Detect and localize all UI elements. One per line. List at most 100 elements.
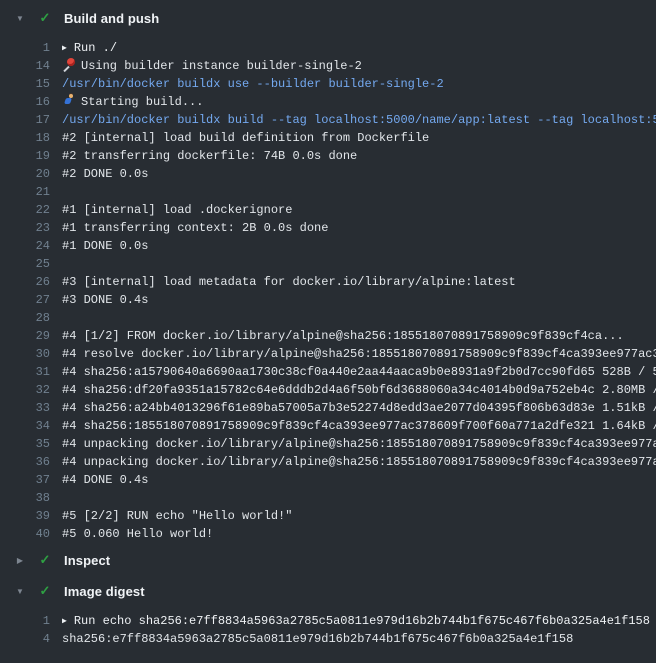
line-text: #4 [1/2] FROM docker.io/library/alpine@s… xyxy=(62,329,624,343)
line-text: #3 DONE 0.4s xyxy=(62,293,148,307)
line-number[interactable]: 28 xyxy=(0,309,50,327)
line-content: #5 0.060 Hello world! xyxy=(62,525,213,543)
line-content[interactable]: ▶ Run echo sha256:e7ff8834a5963a2785c5a08… xyxy=(62,612,650,630)
line-text: Using builder instance builder-single-2 xyxy=(81,59,362,73)
log-line: 15/usr/bin/docker buildx use --builder b… xyxy=(0,75,656,93)
line-text: #2 [internal] load build definition from… xyxy=(62,131,429,145)
line-number[interactable]: 29 xyxy=(0,327,50,345)
line-content: #4 unpacking docker.io/library/alpine@sh… xyxy=(62,453,656,471)
log-line: 38 xyxy=(0,489,656,507)
expand-toggle-icon[interactable]: ▶ xyxy=(62,613,67,630)
log-line: 25 xyxy=(0,255,656,273)
line-content: #2 [internal] load build definition from… xyxy=(62,129,429,147)
line-number[interactable]: 17 xyxy=(0,111,50,129)
collapse-toggle-icon[interactable]: ▼ xyxy=(12,14,28,23)
line-content: #1 DONE 0.0s xyxy=(62,237,148,255)
line-number[interactable]: 22 xyxy=(0,201,50,219)
line-number[interactable]: 30 xyxy=(0,345,50,363)
success-check-icon: ✓ xyxy=(36,583,54,599)
line-number[interactable]: 32 xyxy=(0,381,50,399)
step-title: Build and push xyxy=(64,11,159,26)
log-line: 19 #2 transferring dockerfile: 74B 0.0s d… xyxy=(0,147,656,165)
line-number[interactable]: 31 xyxy=(0,363,50,381)
line-number[interactable]: 35 xyxy=(0,435,50,453)
line-text: #4 unpacking docker.io/library/alpine@sh… xyxy=(62,455,656,469)
line-number[interactable]: 1 xyxy=(0,39,50,57)
line-text: #4 resolve docker.io/library/alpine@sha2… xyxy=(62,347,656,361)
log-line: 31 #4 sha256:a15790640a6690aa1730c38cf0a4… xyxy=(0,363,656,381)
line-content: #1 [internal] load .dockerignore xyxy=(62,201,292,219)
step-header-build-and-push[interactable]: ▼ ✓ Build and push xyxy=(0,5,656,31)
line-number[interactable]: 21 xyxy=(0,183,50,201)
line-number[interactable]: 33 xyxy=(0,399,50,417)
line-number[interactable]: 15 xyxy=(0,75,50,93)
line-content: #2 DONE 0.0s xyxy=(62,165,148,183)
line-number[interactable]: 27 xyxy=(0,291,50,309)
log-line: 24 #1 DONE 0.0s xyxy=(0,237,656,255)
step-section-image-digest: ▼ ✓ Image digest 1 ▶ Run echo sha256:e7ff8… xyxy=(0,578,656,648)
line-text: #4 DONE 0.4s xyxy=(62,473,148,487)
line-content: #3 DONE 0.4s xyxy=(62,291,148,309)
line-number[interactable]: 34 xyxy=(0,417,50,435)
line-text: #1 transferring context: 2B 0.0s done xyxy=(62,221,328,235)
expand-toggle-icon[interactable]: ▶ xyxy=(62,40,67,57)
log-line: 4sha256:e7ff8834a5963a2785c5a0811e979d16… xyxy=(0,630,656,648)
line-text: /usr/bin/docker buildx build --tag local… xyxy=(62,113,656,127)
line-number[interactable]: 38 xyxy=(0,489,50,507)
line-content: #2 transferring dockerfile: 74B 0.0s don… xyxy=(62,147,357,165)
step-section-inspect: ▶ ✓ Inspect xyxy=(0,547,656,573)
line-text: Run echo sha256:e7ff8834a5963a2785c5a081… xyxy=(74,614,650,628)
line-number[interactable]: 16 xyxy=(0,93,50,111)
line-number[interactable]: 23 xyxy=(0,219,50,237)
line-text: #4 sha256:a24bb4013296f61e89ba57005a7b3e… xyxy=(62,401,656,415)
success-check-icon: ✓ xyxy=(36,10,54,26)
line-number[interactable]: 24 xyxy=(0,237,50,255)
line-content: #4 sha256:a24bb4013296f61e89ba57005a7b3e… xyxy=(62,399,656,417)
line-number[interactable]: 19 xyxy=(0,147,50,165)
step-title: Image digest xyxy=(64,584,145,599)
log-line: 29 #4 [1/2] FROM docker.io/library/alpine… xyxy=(0,327,656,345)
line-number[interactable]: 39 xyxy=(0,507,50,525)
step-header-inspect[interactable]: ▶ ✓ Inspect xyxy=(0,547,656,573)
line-content: #4 sha256:a15790640a6690aa1730c38cf0a440… xyxy=(62,363,656,381)
line-number[interactable]: 4 xyxy=(0,630,50,648)
log-line: 40 #5 0.060 Hello world! xyxy=(0,525,656,543)
log-line: 35 #4 unpacking docker.io/library/alpine@… xyxy=(0,435,656,453)
log-line: 17/usr/bin/docker buildx build --tag loc… xyxy=(0,111,656,129)
line-content: #4 unpacking docker.io/library/alpine@sh… xyxy=(62,435,656,453)
line-number[interactable]: 25 xyxy=(0,255,50,273)
log-line: 22 #1 [internal] load .dockerignore xyxy=(0,201,656,219)
line-content[interactable]: ▶ Run ./ xyxy=(62,39,117,57)
line-number[interactable]: 26 xyxy=(0,273,50,291)
step-header-image-digest[interactable]: ▼ ✓ Image digest xyxy=(0,578,656,604)
log-line: 14 Using builder instance builder-single-… xyxy=(0,57,656,75)
log-line: 26 #3 [internal] load metadata for docker… xyxy=(0,273,656,291)
log-line: 37 #4 DONE 0.4s xyxy=(0,471,656,489)
workflow-log-viewer: ▼ ✓ Build and push 1▶Run ./14Using build… xyxy=(0,5,656,648)
log-line: 30 #4 resolve docker.io/library/alpine@sh… xyxy=(0,345,656,363)
line-content: #4 resolve docker.io/library/alpine@sha2… xyxy=(62,345,656,363)
line-number[interactable]: 18 xyxy=(0,129,50,147)
line-text: #1 DONE 0.0s xyxy=(62,239,148,253)
log-lines: 1 ▶ Run echo sha256:e7ff8834a5963a2785c5a0… xyxy=(0,612,656,648)
line-text: Run ./ xyxy=(74,41,117,55)
line-number[interactable]: 20 xyxy=(0,165,50,183)
step-title: Inspect xyxy=(64,553,110,568)
collapse-toggle-icon[interactable]: ▶ xyxy=(12,556,28,565)
line-content: #4 sha256:185518070891758909c9f839cf4ca3… xyxy=(62,417,656,435)
line-number[interactable]: 37 xyxy=(0,471,50,489)
line-number[interactable]: 1 xyxy=(0,612,50,630)
line-content: #3 [internal] load metadata for docker.i… xyxy=(62,273,516,291)
line-content: #5 [2/2] RUN echo "Hello world!" xyxy=(62,507,292,525)
line-number[interactable]: 40 xyxy=(0,525,50,543)
line-text: #5 [2/2] RUN echo "Hello world!" xyxy=(62,509,292,523)
line-number[interactable]: 14 xyxy=(0,57,50,75)
log-line: 1 ▶ Run ./ xyxy=(0,39,656,57)
line-text: #5 0.060 Hello world! xyxy=(62,527,213,541)
log-line: 21 xyxy=(0,183,656,201)
line-number[interactable]: 36 xyxy=(0,453,50,471)
line-content: #4 DONE 0.4s xyxy=(62,471,148,489)
collapse-toggle-icon[interactable]: ▼ xyxy=(12,587,28,596)
log-line: 32#4 sha256:df20fa9351a15782c64e6dddb2d4… xyxy=(0,381,656,399)
log-line: 36 #4 unpacking docker.io/library/alpine@… xyxy=(0,453,656,471)
